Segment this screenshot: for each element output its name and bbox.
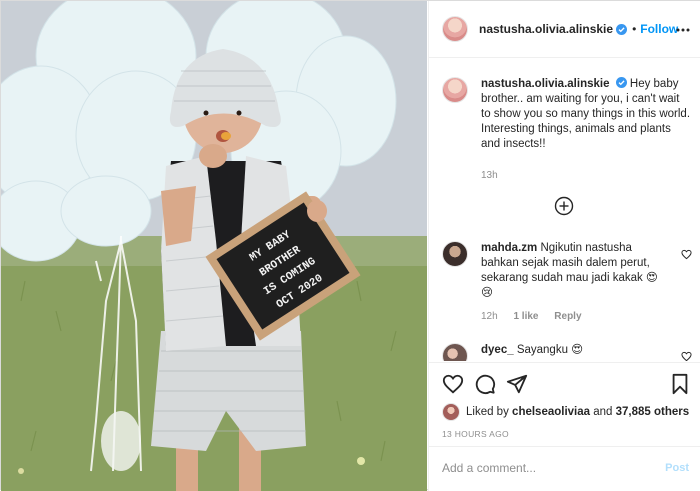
commenter-avatar[interactable] [442, 241, 468, 267]
comments-list[interactable]: nastusha.olivia.alinskie Hey baby brothe… [429, 59, 700, 361]
comment-item: mahda.zm Ngikutin nastusha bahkan sejak … [442, 241, 692, 322]
caption-age[interactable]: 13h [481, 170, 498, 181]
author-username[interactable]: nastusha.olivia.alinskie [479, 22, 613, 36]
more-options-icon[interactable] [676, 23, 690, 37]
caption-author[interactable]: nastusha.olivia.alinskie [481, 78, 609, 90]
liked-by-connector: and [593, 406, 613, 418]
comment-age[interactable]: 12h [481, 311, 498, 322]
comment-meta: 12h 1 like Reply [481, 311, 692, 322]
comment-author[interactable]: mahda.zm [481, 242, 537, 254]
paper-plane-icon[interactable] [506, 373, 528, 395]
post-header: nastusha.olivia.alinskie • Follow [429, 1, 700, 58]
liked-by-others[interactable]: 37,885 others [616, 406, 690, 418]
verified-badge-icon [615, 77, 627, 88]
reply-button[interactable]: Reply [554, 311, 581, 322]
photo-illustration: MY BABY BROTHER IS COMING OCT 2020 [1, 1, 427, 491]
liked-by-prefix: Liked by [466, 406, 509, 418]
post-comment-button[interactable]: Post [665, 462, 689, 474]
caption-text-block: nastusha.olivia.alinskie Hey baby brothe… [481, 77, 692, 152]
caption-meta: 13h [481, 170, 692, 181]
plus-circle-icon[interactable] [554, 196, 574, 216]
caption-avatar[interactable] [442, 77, 468, 103]
liker-avatar[interactable] [442, 403, 460, 421]
bookmark-icon[interactable] [669, 373, 691, 395]
caption: nastusha.olivia.alinskie Hey baby brothe… [442, 77, 692, 181]
verified-badge-icon [616, 23, 628, 35]
add-comment-input[interactable] [442, 461, 642, 475]
post-photo[interactable]: MY BABY BROTHER IS COMING OCT 2020 [1, 1, 427, 491]
comment-text-block: dyec_ Sayangku 😍 [481, 343, 692, 358]
header-separator: • [632, 22, 637, 36]
comment-text: Sayangku 😍 [516, 344, 584, 356]
post-side-panel: nastusha.olivia.alinskie • Follow nastus… [428, 1, 700, 491]
comment-text-block: mahda.zm Ngikutin nastusha bahkan sejak … [481, 241, 671, 301]
commenter-avatar[interactable] [442, 343, 468, 361]
follow-button[interactable]: Follow [640, 22, 678, 36]
liked-by-user[interactable]: chelseaoliviaa [512, 406, 590, 418]
comment-item: dyec_ Sayangku 😍 [442, 343, 692, 361]
comment-likes[interactable]: 1 like [513, 311, 538, 322]
comment-heart-icon[interactable] [681, 249, 692, 260]
comment-heart-icon[interactable] [681, 351, 692, 361]
comment-bubble-icon[interactable] [474, 373, 496, 395]
liked-by: Liked by chelseaoliviaa and 37,885 other… [442, 403, 689, 421]
instagram-post: MY BABY BROTHER IS COMING OCT 2020 nastu… [0, 0, 700, 491]
post-timestamp[interactable]: 13 HOURS AGO [442, 429, 509, 439]
author-avatar[interactable] [442, 16, 468, 42]
heart-icon[interactable] [442, 373, 464, 395]
add-comment-bar: Post [429, 446, 700, 491]
comment-author[interactable]: dyec_ [481, 344, 514, 356]
